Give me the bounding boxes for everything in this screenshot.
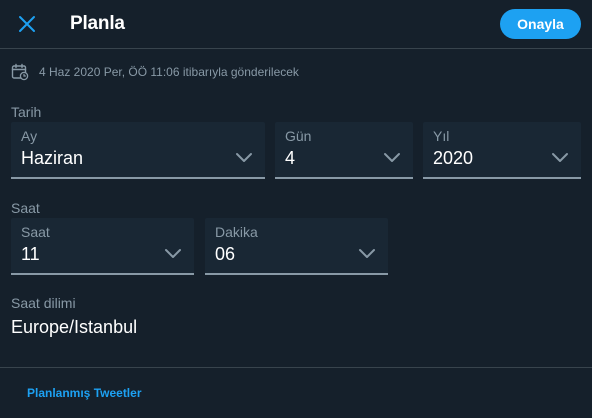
chevron-down-icon xyxy=(236,153,252,162)
minute-select-value: 06 xyxy=(215,244,236,264)
minute-select-label: Dakika xyxy=(215,224,258,240)
month-select-value: Haziran xyxy=(21,148,84,168)
day-select-label: Gün xyxy=(285,128,312,144)
time-section-label: Saat xyxy=(11,200,40,216)
close-icon xyxy=(19,16,35,32)
day-select[interactable]: Gün 4 xyxy=(275,122,413,179)
year-select[interactable]: Yıl 2020 xyxy=(423,122,581,179)
calendar-icon xyxy=(11,63,29,81)
chevron-down-icon xyxy=(552,153,568,162)
month-select[interactable]: Ay Haziran xyxy=(11,122,265,179)
day-select-value: 4 xyxy=(285,148,296,168)
minute-select[interactable]: Dakika 06 xyxy=(205,218,388,275)
modal-title: Planla xyxy=(70,13,125,34)
year-select-label: Yıl xyxy=(433,128,450,144)
month-select-label: Ay xyxy=(21,128,38,144)
chevron-down-icon xyxy=(165,249,181,258)
schedule-info-text: 4 Haz 2020 Per, ÖÖ 11:06 itibarıyla gönd… xyxy=(39,65,299,79)
hour-select-label: Saat xyxy=(21,224,50,240)
chevron-down-icon xyxy=(359,249,375,258)
date-section-label: Tarih xyxy=(11,104,42,120)
scheduled-tweets-link[interactable]: Planlanmış Tweetler xyxy=(27,386,142,400)
schedule-info: 4 Haz 2020 Per, ÖÖ 11:06 itibarıyla gönd… xyxy=(11,62,299,82)
confirm-button[interactable]: Onayla xyxy=(500,9,581,39)
timezone-label: Saat dilimi xyxy=(11,295,76,311)
hour-select-value: 11 xyxy=(21,244,40,264)
hour-select[interactable]: Saat 11 xyxy=(11,218,194,275)
timezone-value: Europe/Istanbul xyxy=(11,317,138,337)
chevron-down-icon xyxy=(384,153,400,162)
footer-divider xyxy=(0,367,592,368)
modal-header: Planla Onayla xyxy=(0,0,592,49)
close-button[interactable] xyxy=(10,7,44,41)
year-select-value: 2020 xyxy=(433,148,474,168)
